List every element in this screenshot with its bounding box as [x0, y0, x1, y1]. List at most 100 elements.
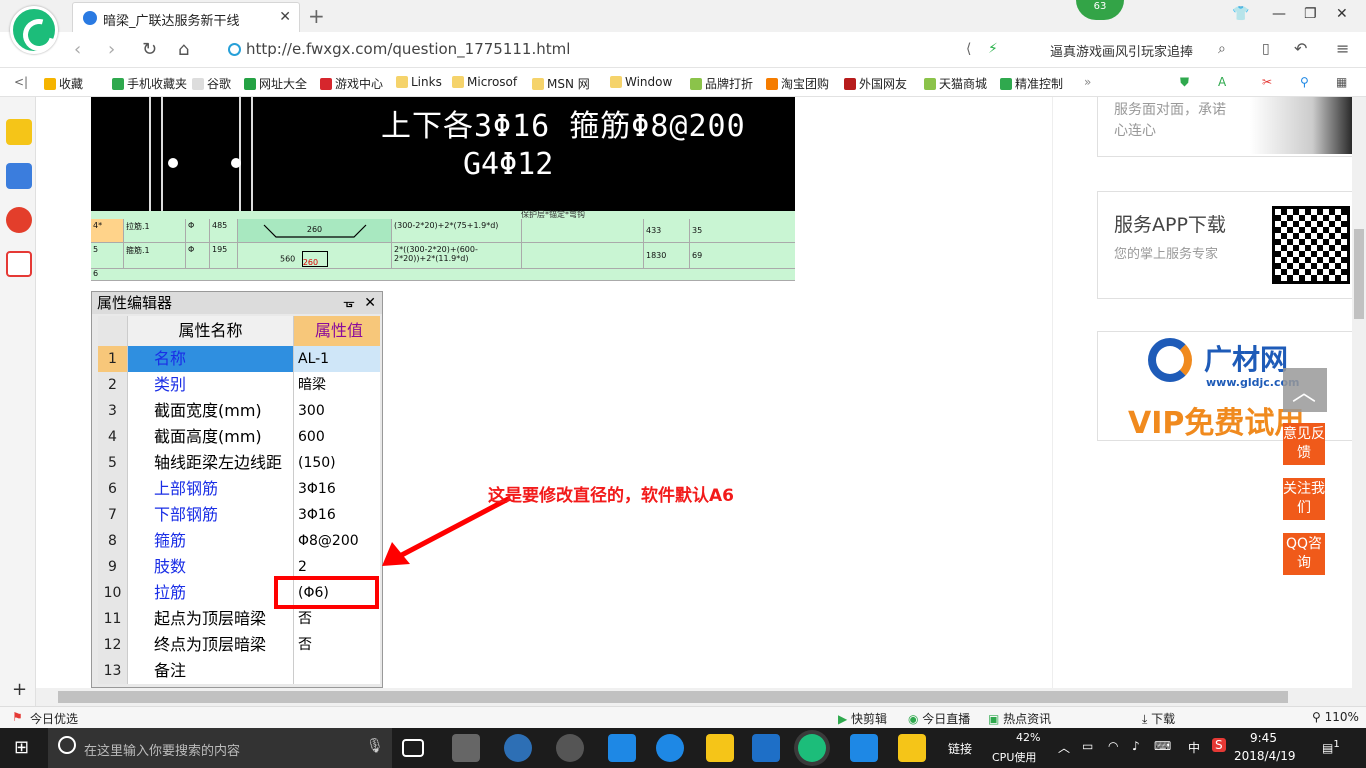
- mic-icon[interactable]: 🎙: [366, 738, 384, 754]
- notification-badge[interactable]: 63: [1076, 0, 1124, 20]
- property-row[interactable]: 3 截面宽度(mm) 300: [98, 398, 380, 424]
- property-row[interactable]: 2 类别 暗梁: [98, 372, 380, 398]
- tray-expand-icon[interactable]: ︿: [1058, 739, 1070, 756]
- bookmark-2[interactable]: 谷歌: [192, 75, 231, 92]
- weibo-icon[interactable]: [6, 207, 32, 233]
- forward-icon[interactable]: ›: [108, 39, 115, 60]
- menu-icon[interactable]: ≡: [1336, 39, 1349, 58]
- browser-tab[interactable]: 暗梁_广联达服务新干线 ✕: [72, 2, 300, 32]
- minimize-icon[interactable]: —: [1272, 6, 1286, 22]
- notification-icon[interactable]: ▤1: [1322, 739, 1340, 755]
- shirt-icon[interactable]: 👕: [1232, 6, 1249, 22]
- property-value[interactable]: 暗梁: [294, 372, 380, 398]
- bookmark-9[interactable]: 品牌打折: [690, 75, 753, 92]
- back-icon[interactable]: ‹: [74, 39, 81, 60]
- app-icon[interactable]: [850, 734, 878, 762]
- shield-icon[interactable]: ⛊: [1180, 75, 1189, 90]
- scissors-icon[interactable]: ✂: [1262, 75, 1272, 89]
- property-value[interactable]: 600: [294, 424, 380, 450]
- bookmark-6[interactable]: Microsof: [452, 75, 517, 89]
- close-panel-icon[interactable]: ✕: [364, 292, 376, 314]
- notes-icon[interactable]: [898, 734, 926, 762]
- sogou-icon[interactable]: S: [1212, 738, 1226, 752]
- clock-date[interactable]: 2018/4/19: [1234, 749, 1296, 763]
- property-value[interactable]: 否: [294, 632, 380, 658]
- restore-icon[interactable]: ❐: [1304, 6, 1317, 22]
- bookmark-10[interactable]: 淘宝团购: [766, 75, 829, 92]
- bookmark-3[interactable]: 网址大全: [244, 75, 307, 92]
- status-item[interactable]: ⤓ 下载: [1142, 710, 1175, 727]
- property-value[interactable]: [294, 658, 380, 684]
- share-icon[interactable]: ⟨: [966, 41, 971, 57]
- collapse-icon[interactable]: <|: [14, 75, 28, 89]
- qq-consult-button[interactable]: QQ咨询: [1283, 533, 1325, 575]
- property-row[interactable]: 12 终点为顶层暗梁否: [98, 632, 380, 658]
- table-row[interactable]: 5 箍筋.1 Φ 195 560 260 2*((300-2*20)+(600-…: [91, 243, 795, 269]
- app-icon[interactable]: [556, 734, 584, 762]
- ie-icon[interactable]: [656, 734, 684, 762]
- property-value[interactable]: (150): [294, 450, 380, 476]
- feedback-button[interactable]: 意见反馈: [1283, 423, 1325, 465]
- bookmark-13[interactable]: 精准控制: [1000, 75, 1063, 92]
- browser-icon[interactable]: [798, 734, 826, 762]
- reader-icon[interactable]: [6, 163, 32, 189]
- property-value[interactable]: Φ8@200: [294, 528, 380, 554]
- vertical-scrollbar[interactable]: [1352, 97, 1366, 706]
- keyboard-icon[interactable]: ⌨: [1154, 739, 1171, 753]
- today-picks[interactable]: 今日优选: [30, 710, 78, 727]
- back-to-top-button[interactable]: ︿: [1283, 368, 1327, 412]
- property-value[interactable]: 否: [294, 606, 380, 632]
- property-row[interactable]: 4 截面高度(mm) 600: [98, 424, 380, 450]
- bookmark-0[interactable]: 收藏: [44, 75, 83, 92]
- add-icon[interactable]: +: [12, 679, 27, 700]
- glodon-icon[interactable]: [752, 734, 780, 762]
- url-field[interactable]: http://e.fwxgx.com/question_1775111.html: [224, 38, 1034, 62]
- bookmark-11[interactable]: 外国网友: [844, 75, 907, 92]
- windows-start-icon[interactable]: ⊞: [14, 737, 29, 758]
- table-row[interactable]: 6: [91, 269, 795, 281]
- undo-icon[interactable]: ↶: [1294, 39, 1307, 58]
- horizontal-scrollbar[interactable]: [36, 688, 1352, 706]
- service-card[interactable]: 服务面对面，承诺心连心: [1097, 97, 1352, 157]
- property-row[interactable]: 11 起点为顶层暗梁否: [98, 606, 380, 632]
- property-value[interactable]: 3Φ16: [294, 502, 380, 528]
- taskbar-search[interactable]: 在这里输入你要搜索的内容 🎙: [48, 728, 392, 768]
- favorites-icon[interactable]: [6, 119, 32, 145]
- status-item[interactable]: ▶ 快剪辑: [838, 710, 887, 727]
- bookmark-5[interactable]: Links: [396, 75, 442, 89]
- ie-icon[interactable]: [504, 734, 532, 762]
- ime-indicator[interactable]: 中: [1188, 739, 1200, 756]
- pin-icon[interactable]: ᚗ: [344, 292, 354, 314]
- lightning-icon[interactable]: ⚡: [988, 41, 998, 57]
- app-download-card[interactable]: 服务APP下载 您的掌上服务专家: [1097, 191, 1352, 299]
- home-icon[interactable]: ⌂: [178, 39, 189, 60]
- bookmark-12[interactable]: 天猫商城: [924, 75, 987, 92]
- new-tab-icon[interactable]: +: [308, 4, 325, 28]
- grid-icon[interactable]: ▦: [1336, 75, 1347, 89]
- search-box[interactable]: 逼真游戏画风引玩家追捧: [1040, 38, 1240, 62]
- property-row[interactable]: 13 备注: [98, 658, 380, 684]
- magnifier-icon[interactable]: ⚲: [1300, 75, 1309, 89]
- property-row[interactable]: 5 轴线距梁左边线距 (150): [98, 450, 380, 476]
- refresh-icon[interactable]: ↻: [142, 39, 157, 60]
- bookmark-8[interactable]: Window: [610, 75, 672, 89]
- table-row[interactable]: 4* 拉筋.1 Φ 485 260 (300-2*20)+2*(75+1.9*d…: [91, 219, 795, 243]
- property-row[interactable]: 8 箍筋 Φ8@200: [98, 528, 380, 554]
- edge-icon[interactable]: [608, 734, 636, 762]
- battery-icon[interactable]: ▭: [1082, 739, 1093, 753]
- bookmark-7[interactable]: MSN 网: [532, 75, 590, 92]
- status-item[interactable]: ▣ 热点资讯: [988, 710, 1051, 727]
- more-bookmarks-icon[interactable]: »: [1084, 75, 1091, 89]
- bookmark-4[interactable]: 游戏中心: [320, 75, 383, 92]
- property-value[interactable]: 300: [294, 398, 380, 424]
- property-value[interactable]: AL-1: [294, 346, 380, 372]
- browser-logo[interactable]: [10, 6, 58, 54]
- email-icon[interactable]: [6, 251, 32, 277]
- bookmark-1[interactable]: 手机收藏夹: [112, 75, 187, 92]
- translate-icon[interactable]: A: [1218, 75, 1226, 89]
- app-icon[interactable]: [452, 734, 480, 762]
- wifi-icon[interactable]: ◠: [1108, 739, 1118, 753]
- status-item[interactable]: ◉ 今日直播: [908, 710, 970, 727]
- task-view-icon[interactable]: [402, 739, 424, 757]
- close-window-icon[interactable]: ✕: [1336, 6, 1348, 22]
